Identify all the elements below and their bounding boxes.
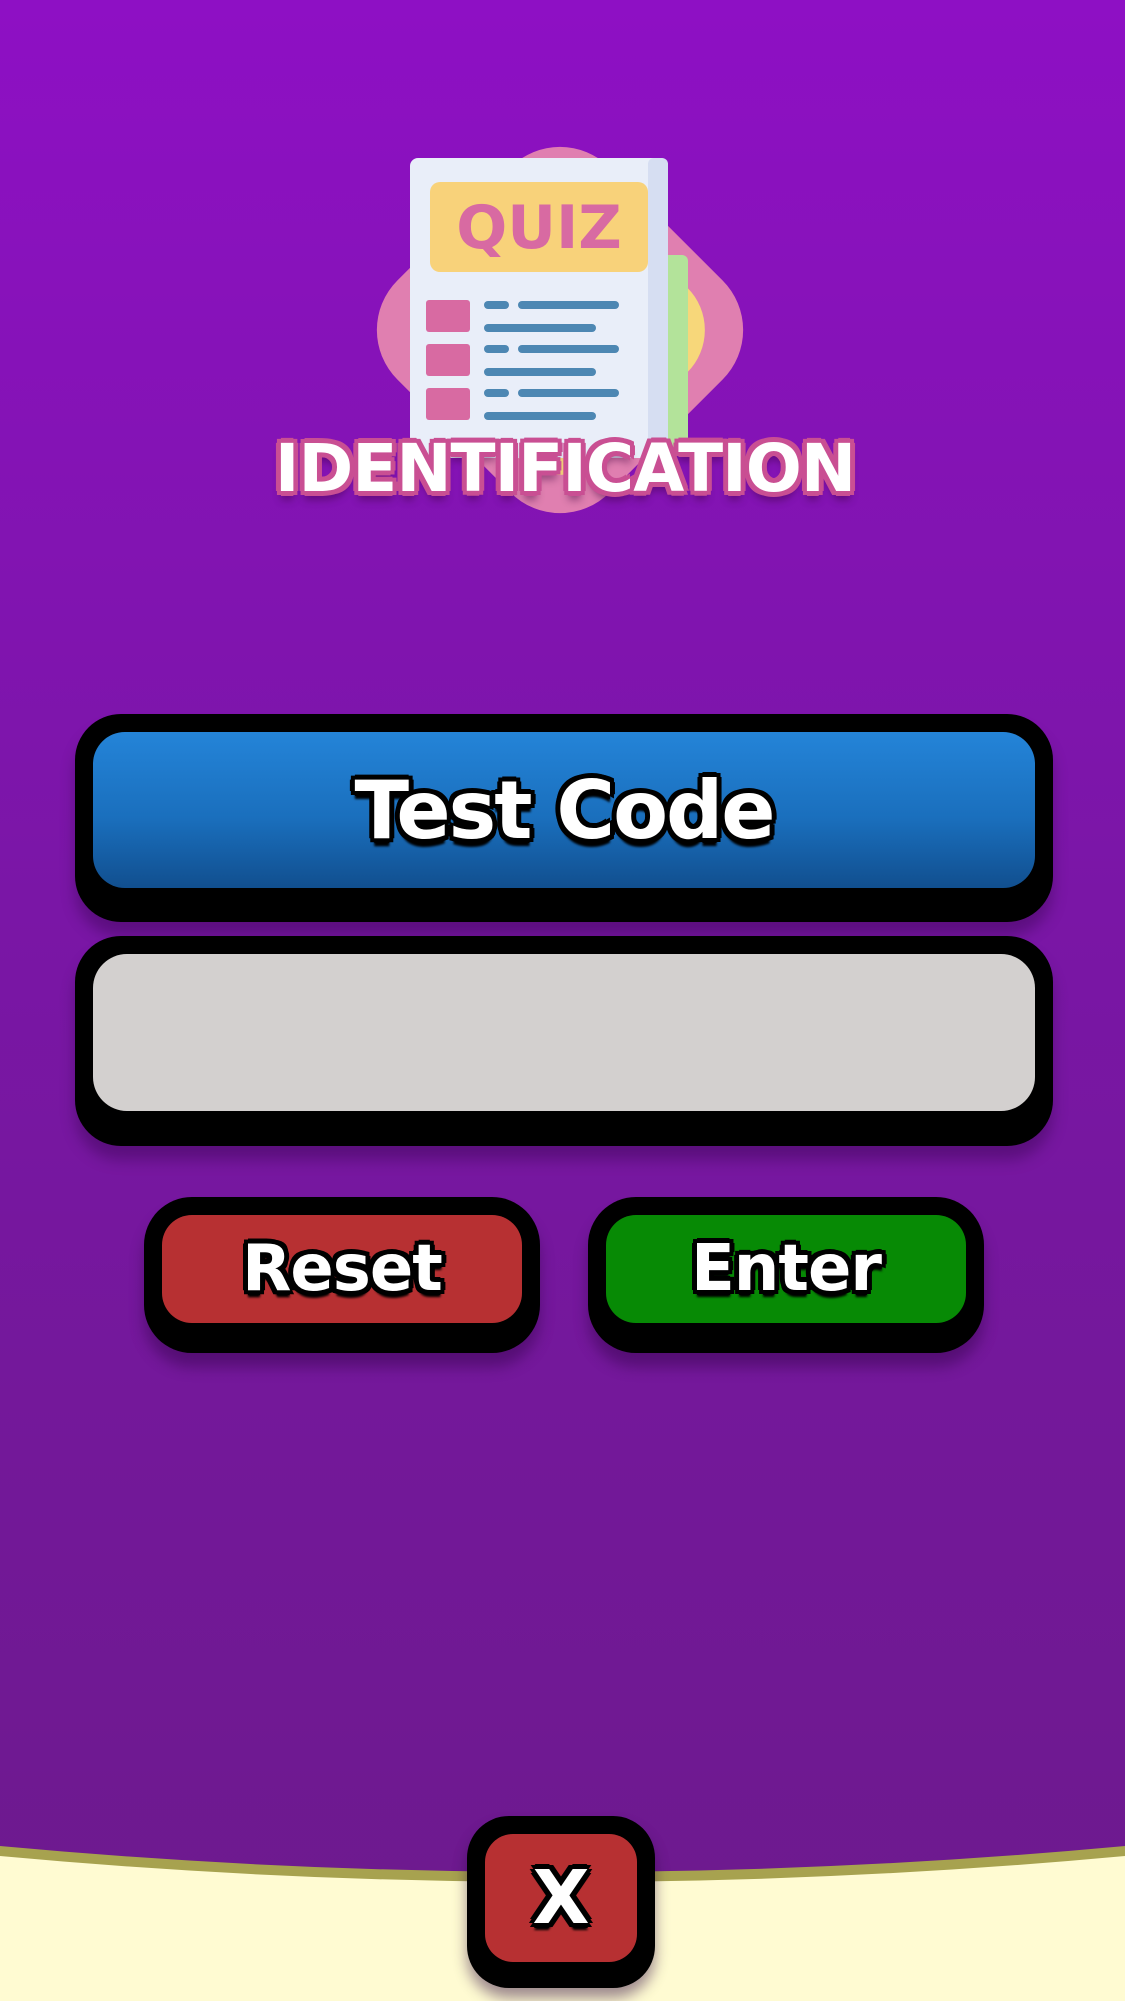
close-icon: X (532, 1855, 590, 1941)
logo-title: IDENTIFICATION (274, 430, 856, 507)
test-code-header: Test Code (93, 732, 1035, 888)
close-button[interactable]: X (467, 1816, 655, 1988)
reset-button[interactable]: Reset (144, 1197, 540, 1353)
enter-button-face: Enter (606, 1215, 966, 1323)
test-code-label: Test Code (354, 763, 775, 857)
quiz-code-screen: QUIZ IDENTIFICATION Test Code Reset Ente… (0, 0, 1125, 2001)
enter-button[interactable]: Enter (588, 1197, 984, 1353)
reset-button-face: Reset (162, 1215, 522, 1323)
test-code-header-panel: Test Code (75, 714, 1053, 922)
enter-button-label: Enter (691, 1232, 882, 1306)
test-code-input[interactable] (93, 954, 1035, 1111)
code-input-panel (75, 936, 1053, 1146)
reset-button-label: Reset (242, 1232, 443, 1306)
quiz-badge-text: QUIZ (456, 193, 622, 263)
close-button-face: X (485, 1834, 637, 1962)
quiz-identification-logo: QUIZ IDENTIFICATION (270, 120, 860, 560)
